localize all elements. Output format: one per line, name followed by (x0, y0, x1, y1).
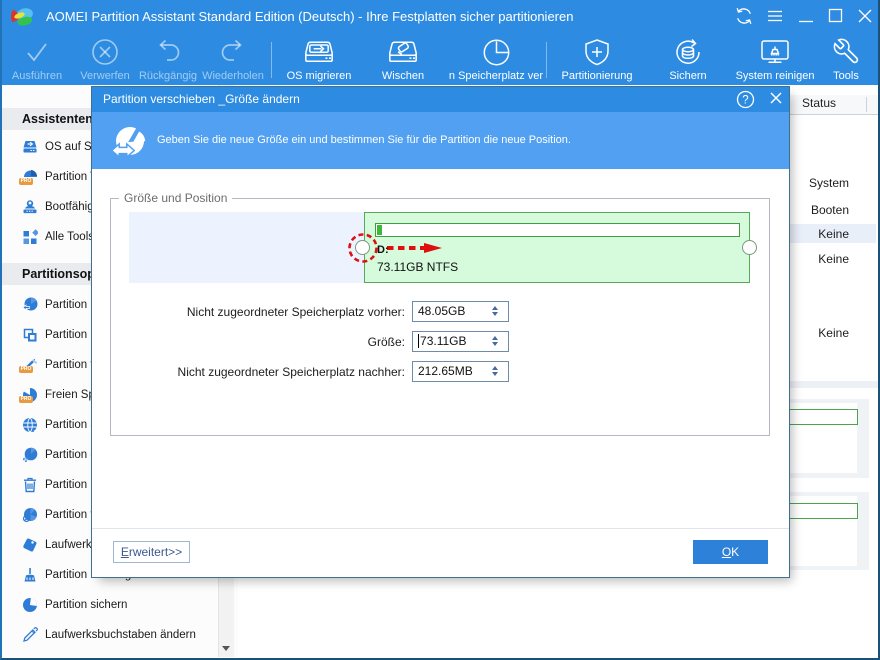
svg-text:?: ? (742, 95, 748, 107)
